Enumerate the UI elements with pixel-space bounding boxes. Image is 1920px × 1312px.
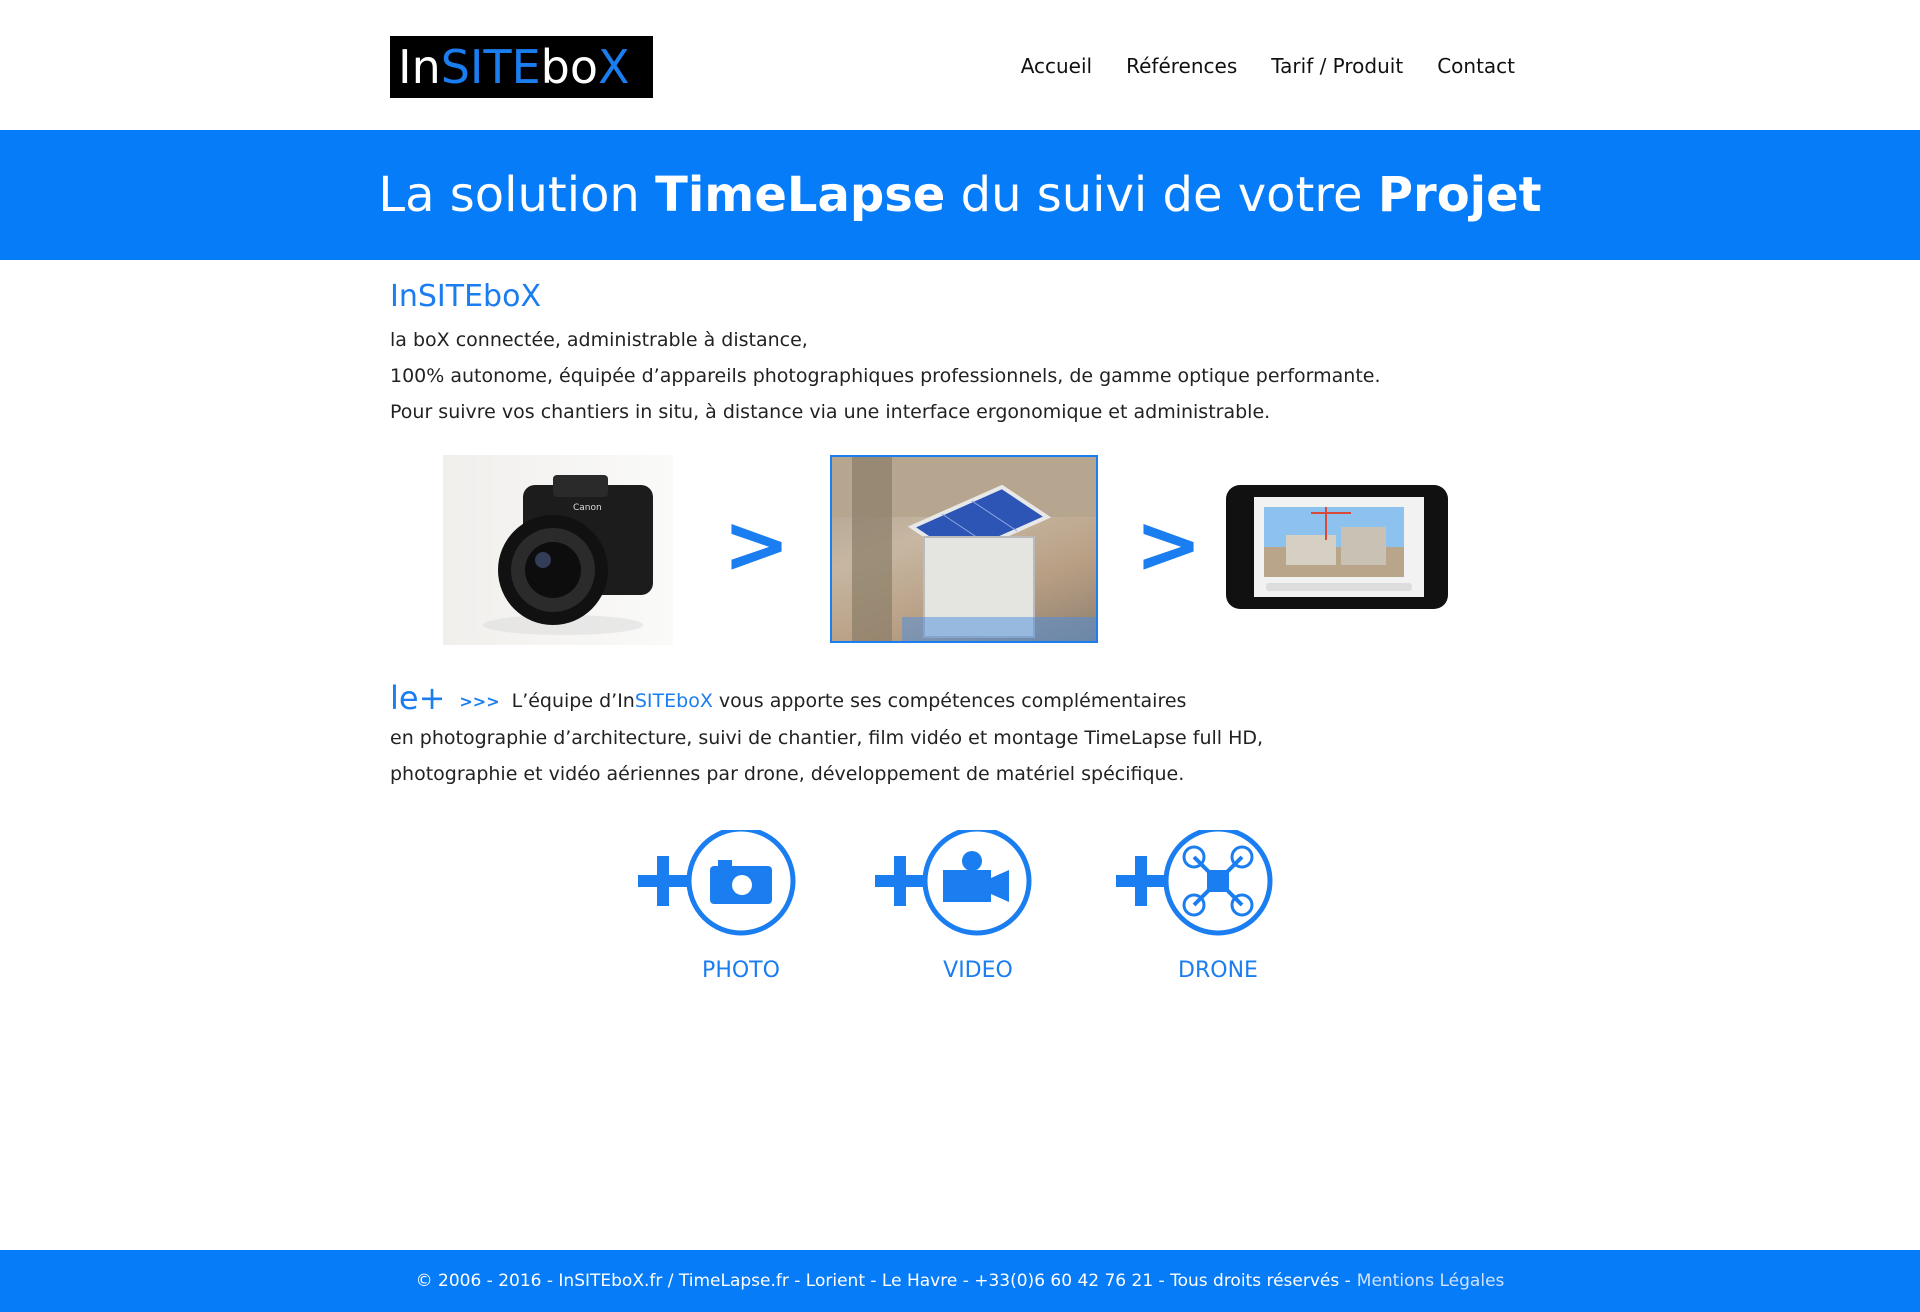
- hero-text-bold: Projet: [1377, 167, 1542, 223]
- hero-banner: La solution TimeLapse du suivi de votre …: [0, 130, 1920, 260]
- section-title: InSITEboX: [390, 282, 1530, 312]
- smartphone-photo: [1226, 485, 1448, 609]
- text-part: vous apporte ses compétences complémenta…: [712, 690, 1187, 712]
- service-drone[interactable]: DRONE: [1114, 830, 1284, 1000]
- brand-part: In: [617, 690, 635, 712]
- service-label: DRONE: [1178, 958, 1258, 983]
- hero-text-part: La solution: [378, 167, 656, 223]
- intro-line: Pour suivre vos chantiers in situ, à dis…: [390, 401, 1271, 423]
- hero-text-bold: TimeLapse: [655, 167, 946, 223]
- intro-line: 100% autonome, équipée d’appareils photo…: [390, 365, 1381, 387]
- site-footer: © 2006 - 2016 - InSITEboX.fr / TimeLapse…: [0, 1250, 1920, 1312]
- logo-text-site: SITE: [440, 40, 541, 94]
- leplus-label: le+: [390, 679, 446, 717]
- logo-text-bo: bo: [540, 40, 599, 94]
- title-part: X: [520, 279, 542, 314]
- title-part: In: [390, 279, 418, 314]
- title-part: SITE: [417, 279, 484, 314]
- extra-services-text: le+ >>> L’équipe d’InSITEboX vous apporte …: [390, 680, 1530, 792]
- nav-link-accueil[interactable]: Accueil: [1021, 54, 1092, 78]
- chevrons-icon: >>>: [459, 692, 500, 711]
- site-logo[interactable]: In SITE bo X: [390, 36, 653, 98]
- svg-text:Canon: Canon: [573, 503, 602, 513]
- step-arrow: >: [1135, 498, 1203, 591]
- hero-text-part: du suivi de votre: [945, 167, 1378, 223]
- services-row: PHOTO VIDEO DRONE: [390, 830, 1530, 1000]
- process-steps: Canon > >: [390, 455, 1530, 645]
- service-label: VIDEO: [943, 958, 1013, 983]
- leplus-line-2: en photographie d’architecture, suivi de…: [390, 727, 1264, 749]
- nav-link-contact[interactable]: Contact: [1437, 54, 1515, 78]
- logo-text-x: X: [598, 40, 630, 94]
- step-arrow: >: [723, 498, 791, 591]
- brand-part: boX: [676, 690, 713, 712]
- mentions-legales-link[interactable]: Mentions Légales: [1357, 1271, 1505, 1291]
- intro-line: la boX connectée, administrable à distan…: [390, 329, 808, 351]
- nav-link-tarif-produit[interactable]: Tarif / Produit: [1271, 54, 1403, 78]
- text-part: L’équipe d’: [511, 690, 618, 712]
- service-video[interactable]: VIDEO: [873, 830, 1043, 1000]
- service-label: PHOTO: [702, 958, 780, 983]
- title-part: bo: [483, 279, 521, 314]
- hero-title: La solution TimeLapse du suivi de votre …: [378, 167, 1541, 223]
- leplus-line-3: photographie et vidéo aériennes par dron…: [390, 763, 1185, 785]
- nav-link-references[interactable]: Références: [1126, 54, 1237, 78]
- intro-text: la boX connectée, administrable à distan…: [390, 322, 1530, 430]
- solar-box-photo: [830, 455, 1098, 643]
- main-nav: Accueil Références Tarif / Produit Conta…: [1021, 54, 1515, 78]
- leplus-line-1: le+ >>> L’équipe d’InSITEboX vous apporte …: [390, 680, 1530, 720]
- main-content: InSITEboX la boX connectée, administrabl…: [390, 260, 1530, 983]
- camera-photo: Canon: [443, 455, 673, 645]
- site-header: In SITE bo X Accueil Références Tarif / Pro…: [0, 0, 1920, 130]
- service-photo[interactable]: PHOTO: [636, 830, 806, 1000]
- footer-text: © 2006 - 2016 - InSITEboX.fr / TimeLapse…: [415, 1271, 1351, 1291]
- logo-text-in: In: [398, 40, 441, 94]
- brand-part: SITE: [634, 690, 677, 712]
